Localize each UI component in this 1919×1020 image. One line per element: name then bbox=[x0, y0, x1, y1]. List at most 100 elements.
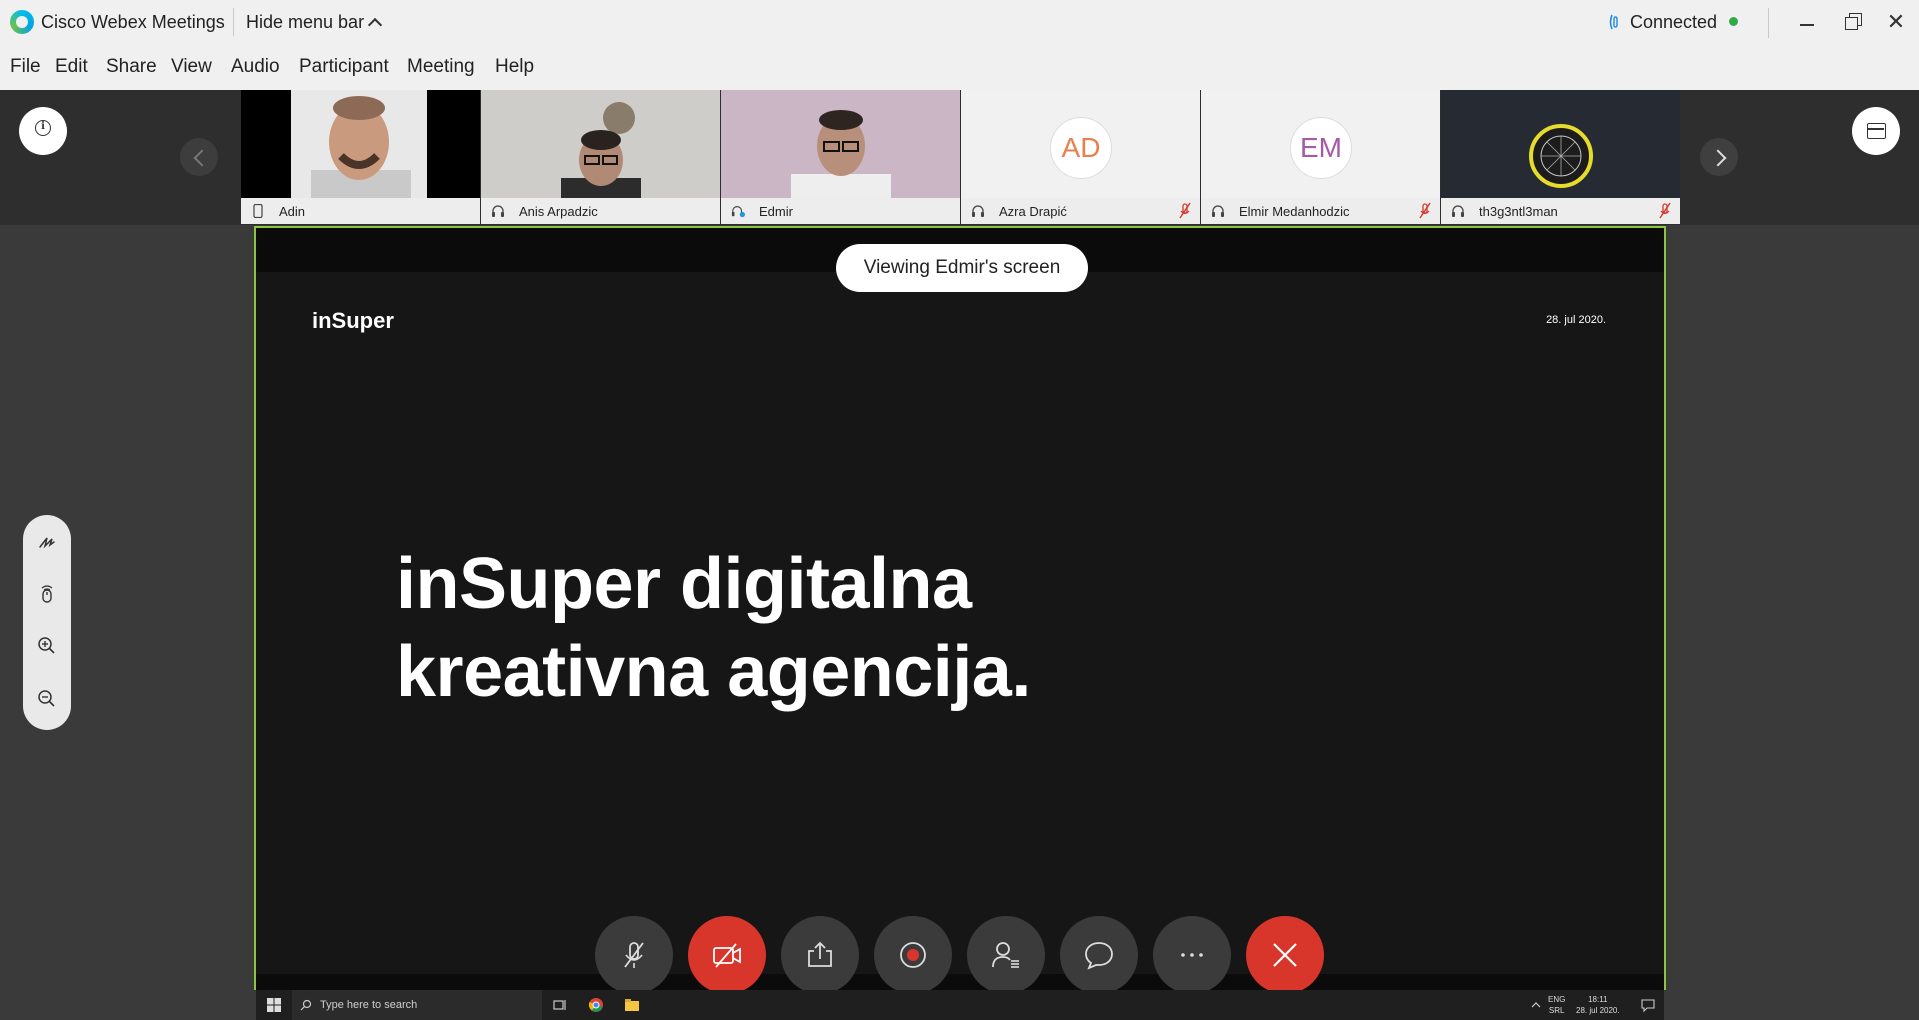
strip-next-button[interactable] bbox=[1700, 138, 1738, 176]
annotate-pen-icon[interactable] bbox=[35, 531, 59, 555]
participants-button[interactable] bbox=[967, 916, 1045, 994]
shared-screen: Viewing Edmir's screen inSuper 28. jul 2… bbox=[254, 226, 1666, 990]
app-title: Cisco Webex Meetings bbox=[41, 12, 225, 32]
headset-presenter-icon bbox=[731, 206, 745, 218]
close-window-button[interactable]: ✕ bbox=[1876, 6, 1916, 38]
muted-microphone-icon bbox=[1179, 202, 1191, 219]
participant-profile-image bbox=[1441, 90, 1680, 198]
title-bar: Cisco Webex Meetings Hide menu bar Conne… bbox=[0, 0, 1919, 44]
slide-brand: inSuper bbox=[312, 308, 394, 333]
participant-label-bar: Edmir bbox=[721, 198, 960, 224]
headset-icon bbox=[1212, 205, 1224, 217]
more-options-button[interactable] bbox=[1153, 916, 1231, 994]
chrome-icon[interactable] bbox=[588, 997, 604, 1013]
chevron-up-icon bbox=[368, 17, 383, 33]
slide-headline: inSuper digitalna kreativna agencija. bbox=[396, 540, 1031, 716]
webex-logo-icon bbox=[10, 10, 34, 34]
clock-date: 28. jul 2020. bbox=[1576, 1006, 1620, 1015]
participant-tile[interactable]: EM Elmir Medanhodzic bbox=[1201, 90, 1440, 224]
strip-previous-button[interactable] bbox=[180, 138, 218, 176]
meeting-info-button[interactable] bbox=[19, 107, 67, 155]
language-indicator[interactable]: ENG SRL bbox=[1548, 994, 1565, 1016]
headset-icon bbox=[1452, 205, 1464, 217]
search-icon bbox=[300, 999, 312, 1011]
slide-headline-line: kreativna agencija. bbox=[396, 632, 1031, 712]
participant-label-bar: Azra Drapić bbox=[961, 198, 1200, 224]
search-placeholder: Type here to search bbox=[320, 999, 418, 1011]
close-icon bbox=[1273, 943, 1297, 967]
remote-control-icon[interactable] bbox=[35, 582, 59, 606]
participant-name: Azra Drapić bbox=[999, 204, 1067, 219]
windows-taskbar: Type here to search ENG SRL 18:11 28. ju… bbox=[256, 990, 1664, 1020]
chat-bubble-icon bbox=[1085, 942, 1113, 970]
layout-button[interactable] bbox=[1852, 107, 1900, 155]
participant-label-bar: Adin bbox=[241, 198, 480, 224]
file-explorer-icon[interactable] bbox=[624, 997, 640, 1013]
participant-video bbox=[481, 90, 720, 198]
participant-video bbox=[241, 90, 480, 198]
participant-name: Adin bbox=[279, 204, 306, 219]
zoom-in-icon[interactable] bbox=[35, 634, 59, 658]
menu-bar: File Edit Share View Audio Participant M… bbox=[0, 44, 1919, 90]
headset-icon bbox=[492, 205, 504, 217]
share-button[interactable] bbox=[781, 916, 859, 994]
menu-help[interactable]: Help bbox=[495, 56, 534, 78]
annotation-toolbar bbox=[23, 515, 71, 730]
participants-icon bbox=[992, 942, 1019, 968]
participant-name: Anis Arpadzic bbox=[519, 204, 598, 219]
participant-label-bar: Elmir Medanhodzic bbox=[1201, 198, 1440, 224]
slide-headline-line: inSuper digitalna bbox=[396, 544, 972, 624]
menu-file[interactable]: File bbox=[10, 56, 41, 78]
participant-tile[interactable]: th3g3ntl3man bbox=[1441, 90, 1680, 224]
participant-tile[interactable]: AD Azra Drapić bbox=[961, 90, 1200, 224]
participant-video bbox=[721, 90, 960, 198]
participant-tile[interactable]: Edmir bbox=[721, 90, 960, 224]
zoom-out-icon[interactable] bbox=[35, 687, 59, 711]
participant-avatar: AD bbox=[1050, 117, 1112, 179]
connection-audio-icon bbox=[1609, 14, 1618, 30]
minimize-button[interactable] bbox=[1786, 6, 1826, 38]
notifications-icon[interactable] bbox=[1640, 997, 1656, 1013]
muted-microphone-icon bbox=[1419, 202, 1431, 219]
slide-date: 28. jul 2020. bbox=[1546, 314, 1606, 326]
more-dots-icon bbox=[1181, 953, 1203, 957]
restore-button[interactable] bbox=[1832, 6, 1872, 38]
hide-menu-bar-label: Hide menu bar bbox=[246, 12, 365, 32]
clock-time: 18:11 bbox=[1588, 995, 1608, 1004]
share-upload-icon bbox=[808, 941, 832, 967]
viewing-screen-banner: Viewing Edmir's screen bbox=[836, 244, 1088, 292]
end-meeting-button[interactable] bbox=[1246, 916, 1324, 994]
task-view-icon[interactable] bbox=[552, 997, 568, 1013]
language-top: ENG bbox=[1548, 995, 1566, 1004]
participant-name: th3g3ntl3man bbox=[1479, 204, 1558, 219]
record-button[interactable] bbox=[874, 916, 952, 994]
participant-tile[interactable]: Adin bbox=[241, 90, 480, 224]
connection-status: Connected bbox=[1630, 12, 1718, 32]
participant-strip: Adin Anis Arpadzic Edmi bbox=[0, 90, 1919, 225]
menu-participant[interactable]: Participant bbox=[299, 56, 389, 78]
hide-menu-bar-button[interactable]: Hide menu bar bbox=[246, 12, 383, 33]
microphone-muted-icon bbox=[624, 942, 644, 968]
clock[interactable]: 18:11 28. jul 2020. bbox=[1576, 994, 1620, 1016]
language-bottom: SRL bbox=[1548, 1006, 1565, 1015]
menu-view[interactable]: View bbox=[171, 56, 212, 78]
shared-screen-bottom-bar bbox=[256, 974, 1664, 990]
menu-edit[interactable]: Edit bbox=[55, 56, 88, 78]
menu-meeting[interactable]: Meeting bbox=[407, 56, 475, 78]
participant-tile[interactable]: Anis Arpadzic bbox=[481, 90, 720, 224]
mute-button[interactable] bbox=[595, 916, 673, 994]
tray-chevron-up-icon[interactable] bbox=[1530, 997, 1542, 1013]
record-icon bbox=[900, 942, 926, 968]
stop-video-button[interactable] bbox=[688, 916, 766, 994]
muted-microphone-icon bbox=[1659, 202, 1671, 219]
title-separator bbox=[233, 8, 234, 36]
menu-audio[interactable]: Audio bbox=[231, 56, 280, 78]
menu-share[interactable]: Share bbox=[106, 56, 157, 78]
taskbar-search-box[interactable]: Type here to search bbox=[292, 990, 542, 1020]
chat-button[interactable] bbox=[1060, 916, 1138, 994]
phone-icon bbox=[253, 204, 263, 218]
participant-label-bar: Anis Arpadzic bbox=[481, 198, 720, 224]
participant-avatar: EM bbox=[1290, 117, 1352, 179]
participant-name: Edmir bbox=[759, 204, 793, 219]
windows-start-icon[interactable] bbox=[266, 997, 282, 1013]
